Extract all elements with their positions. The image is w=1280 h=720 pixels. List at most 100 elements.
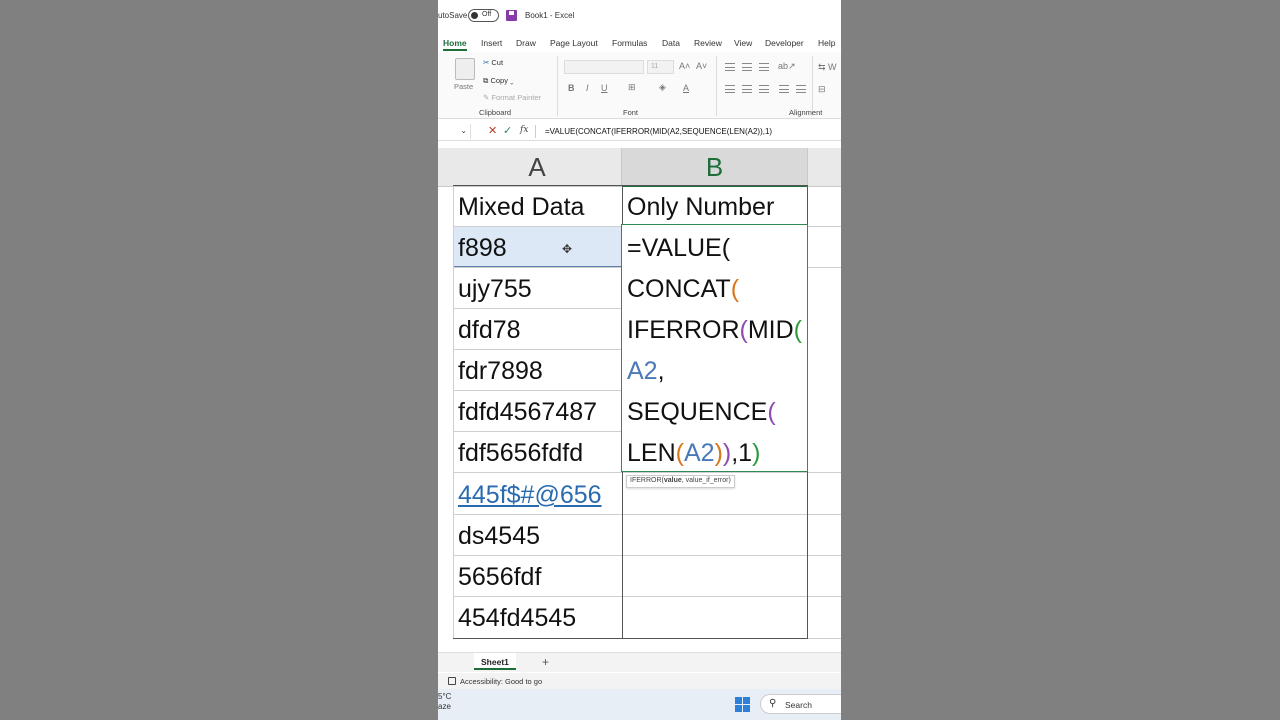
copy-label: Copy (490, 76, 508, 85)
borders-icon[interactable]: ⊞ (628, 82, 636, 93)
cancel-icon[interactable]: ✕ (488, 124, 497, 137)
tab-developer[interactable]: Developer (765, 38, 804, 48)
cell-a8[interactable]: 445f$#@656 (453, 474, 602, 515)
tab-insert[interactable]: Insert (481, 38, 502, 48)
fill-color-icon[interactable]: ◈ (659, 82, 666, 93)
function-icon[interactable]: fx (520, 125, 528, 135)
copy-button[interactable]: ⧉ Copy ⌄ (483, 76, 514, 86)
tooltip-arg[interactable]: value (664, 477, 682, 484)
align-center-icon[interactable] (742, 85, 752, 93)
formula-part: ) (752, 439, 761, 467)
cell-a4[interactable]: dfd78 (453, 309, 521, 350)
align-top-icon[interactable] (725, 63, 735, 71)
formula-part: ) (722, 439, 732, 467)
toggle-state: Off (482, 11, 492, 18)
cell-a5[interactable]: fdr7898 (453, 350, 543, 391)
tab-data[interactable]: Data (662, 38, 680, 48)
autosave-toggle[interactable]: Off (468, 9, 499, 22)
orientation-icon[interactable]: ab↗ (778, 61, 796, 72)
search-label: Search (785, 700, 812, 710)
cell-a2[interactable]: f898 (453, 227, 507, 268)
font-color-icon[interactable]: A (683, 83, 689, 93)
cut-button[interactable]: ✂ Cut (483, 58, 503, 67)
gridline (453, 638, 808, 639)
cell-a6[interactable]: fdfd4567487 (453, 391, 597, 432)
ribbon-divider (716, 56, 717, 116)
save-icon[interactable] (506, 10, 517, 21)
tab-page-layout[interactable]: Page Layout (550, 38, 598, 48)
cursor-icon: ✥ (562, 242, 573, 256)
tab-draw[interactable]: Draw (516, 38, 536, 48)
column-header-a[interactable]: A (453, 148, 622, 187)
cell-a9[interactable]: ds4545 (453, 515, 540, 556)
formula-part: ( (739, 316, 748, 344)
underline-icon[interactable]: U (601, 83, 608, 93)
paste-label: Paste (454, 82, 474, 91)
cell-a3[interactable]: ujy755 (453, 268, 532, 309)
taskbar-search[interactable]: ⚲ Search (760, 694, 841, 714)
cell-b1[interactable]: Only Number (622, 186, 774, 227)
tooltip-func: IFERROR( (630, 477, 664, 484)
formula-part: ( (767, 398, 776, 426)
increase-font-icon[interactable]: A˄ (679, 61, 690, 71)
sheet-tab-sheet1[interactable]: Sheet1 (474, 653, 516, 670)
tab-help[interactable]: Help (818, 38, 835, 48)
formula-part: ) (714, 439, 723, 467)
formula-bar: ⌄ ✕ ✓ fx =VALUE(CONCAT(IFERROR(MID(A2,SE… (438, 123, 841, 141)
ribbon-divider (812, 56, 813, 116)
decrease-indent-icon[interactable] (779, 85, 789, 93)
accessibility-status[interactable]: Accessibility: Good to go (460, 677, 542, 686)
taskbar: 5°C aze ⚲ Search (438, 689, 841, 720)
formula-divider (535, 125, 536, 138)
add-sheet-icon[interactable]: + (542, 655, 549, 669)
formula-part: ( (675, 439, 684, 467)
paste-icon[interactable] (455, 58, 475, 80)
alignment-group-label: Alignment (789, 108, 823, 117)
align-left-icon[interactable] (725, 85, 735, 93)
formula-input[interactable]: =VALUE(CONCAT(IFERROR(MID(A2,SEQUENCE(LE… (545, 127, 772, 136)
tooltip-rest: , value_if_error) (681, 477, 731, 484)
increase-indent-icon[interactable] (796, 85, 806, 93)
formula-part: , (657, 357, 665, 385)
cell-a1[interactable]: Mixed Data (453, 186, 584, 227)
align-bottom-icon[interactable] (759, 63, 769, 71)
formula-line-5: SEQUENCE( (622, 391, 776, 432)
formula-part: SEQUENCE (627, 398, 768, 426)
tab-review[interactable]: Review (694, 38, 722, 48)
excel-window: utoSave Off Book1 - Excel Home Insert Dr… (438, 0, 841, 720)
function-tooltip: IFERROR(value, value_if_error) (626, 475, 735, 488)
formula-part: A2 (683, 439, 715, 467)
search-icon: ⚲ (769, 698, 777, 709)
tab-view[interactable]: View (734, 38, 752, 48)
weather-condition: aze (438, 702, 451, 711)
formula-part: MID (747, 316, 794, 344)
ribbon-tabs: Home Insert Draw Page Layout Formulas Da… (438, 34, 841, 52)
italic-icon[interactable]: I (586, 83, 589, 93)
worksheet-grid[interactable]: A B Mixed Data Only Number f898 ujy755 d… (438, 144, 841, 652)
font-size-box[interactable]: 11 (647, 60, 674, 74)
tab-formulas[interactable]: Formulas (612, 38, 647, 48)
cell-a11[interactable]: 454fd4545 (453, 597, 576, 638)
select-all-corner[interactable] (438, 148, 453, 187)
column-header-c[interactable] (808, 148, 841, 187)
font-name-box[interactable] (564, 60, 644, 74)
cell-a10[interactable]: 5656fdf (453, 556, 541, 597)
align-middle-icon[interactable] (742, 63, 752, 71)
windows-start-icon[interactable] (735, 697, 750, 712)
wrap-text-icon[interactable]: ⇆ W (818, 62, 837, 73)
column-header-b[interactable]: B (622, 148, 808, 187)
merge-icon[interactable]: ⊟ (818, 84, 826, 95)
bold-icon[interactable]: B (568, 83, 575, 93)
autosave-label: utoSave (438, 11, 468, 20)
cell-a7[interactable]: fdf5656fdfd (453, 432, 583, 473)
formula-part: CONCAT (627, 275, 731, 303)
format-painter-button[interactable]: ✎ Format Painter (483, 93, 541, 102)
tab-home[interactable]: Home (443, 38, 467, 51)
formula-part: A2 (627, 357, 658, 385)
name-box[interactable]: ⌄ (438, 124, 471, 139)
decrease-font-icon[interactable]: A˅ (696, 61, 707, 71)
enter-icon[interactable]: ✓ (503, 124, 512, 137)
formula-line-2: CONCAT( (622, 268, 739, 309)
align-right-icon[interactable] (759, 85, 769, 93)
weather-widget[interactable]: 5°C aze (438, 692, 451, 712)
